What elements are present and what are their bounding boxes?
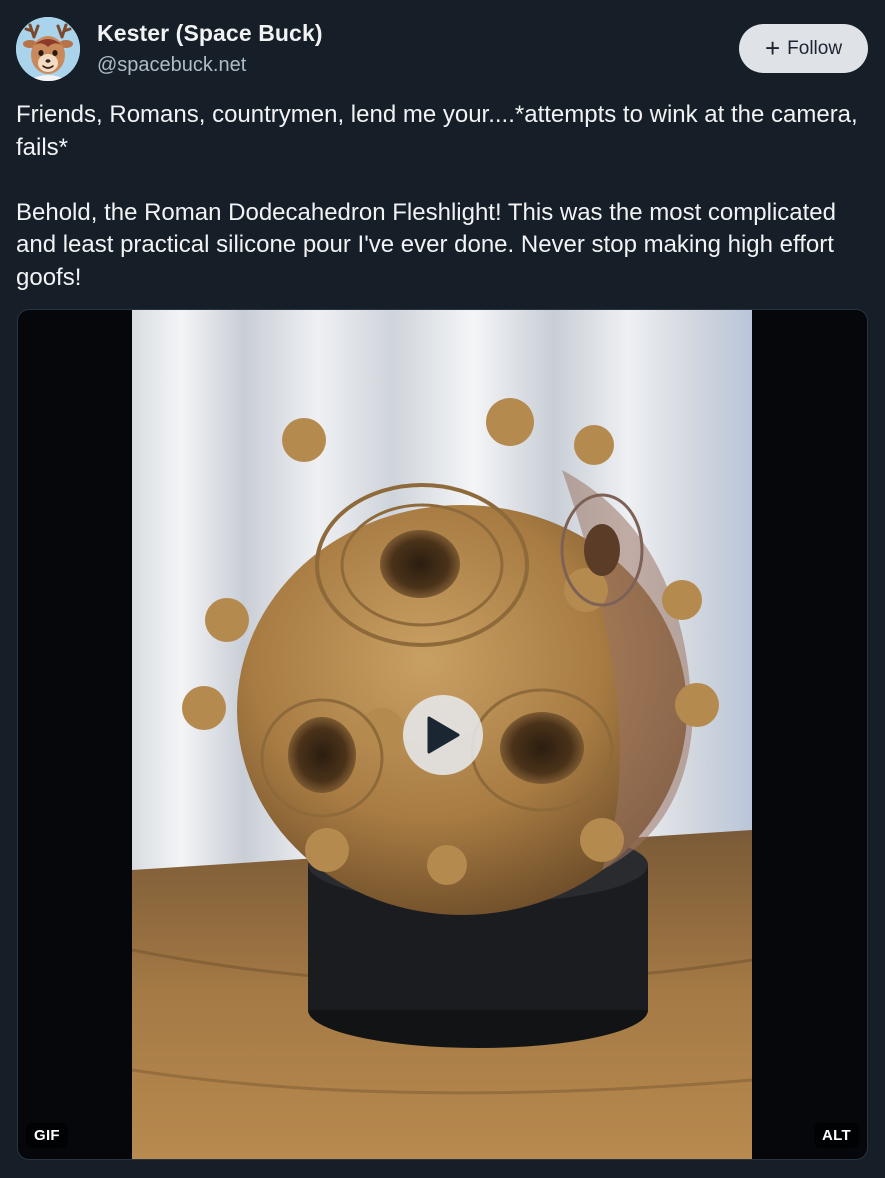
post-body: Friends, Romans, countrymen, lend me you… (16, 99, 876, 295)
plus-icon: + (764, 32, 781, 63)
post-paragraph: Friends, Romans, countrymen, lend me you… (16, 101, 858, 161)
author-display-name[interactable]: Kester (Space Buck) (97, 20, 323, 47)
author-avatar[interactable] (16, 17, 80, 81)
post-paragraph: Behold, the Roman Dodecahedron Fleshligh… (16, 198, 836, 291)
gif-badge: GIF (26, 1123, 68, 1148)
alt-text-button[interactable]: ALT (814, 1123, 859, 1148)
deer-avatar-icon (16, 17, 80, 81)
play-button[interactable] (403, 695, 483, 775)
post-card: Kester (Space Buck) @spacebuck.net + Fol… (0, 0, 885, 1178)
play-icon (427, 716, 460, 754)
video-player[interactable]: GIF ALT (17, 309, 868, 1160)
follow-button[interactable]: + Follow (739, 24, 868, 73)
author-handle[interactable]: @spacebuck.net (97, 54, 246, 77)
follow-button-label: Follow (787, 37, 843, 59)
